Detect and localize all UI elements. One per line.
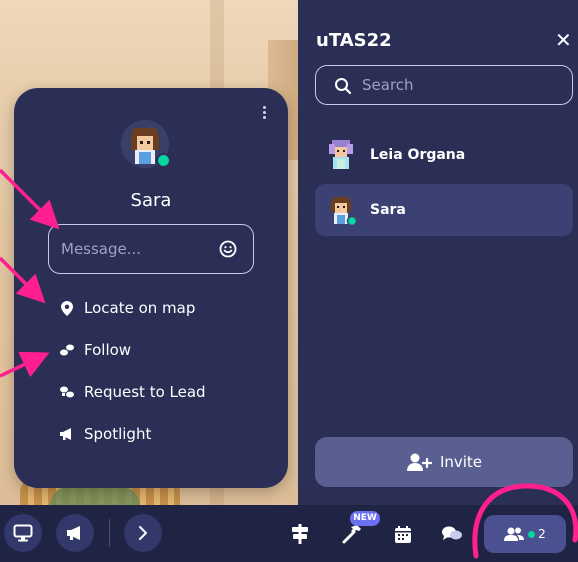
location-pin-icon bbox=[58, 299, 76, 317]
add-user-icon bbox=[406, 453, 432, 471]
participants-toggle-button[interactable]: 2 bbox=[484, 515, 566, 553]
avatar bbox=[325, 194, 358, 227]
avatar-sprite-icon bbox=[331, 197, 358, 227]
participant-row[interactable]: Sara bbox=[315, 184, 573, 236]
screen-share-icon bbox=[13, 524, 33, 542]
action-label: Spotlight bbox=[84, 425, 152, 443]
request-lead-icon bbox=[58, 383, 76, 401]
search-field[interactable] bbox=[315, 65, 573, 105]
participants-panel: uTAS22 ✕ Leia bbox=[298, 0, 578, 505]
signpost-button[interactable] bbox=[288, 522, 312, 546]
action-label: Locate on map bbox=[84, 299, 196, 317]
panel-title: uTAS22 bbox=[316, 30, 392, 51]
app-screen: Sara Locate on map Follow bbox=[0, 0, 578, 562]
search-input[interactable] bbox=[362, 75, 552, 95]
spotlight-action[interactable]: Spotlight bbox=[58, 421, 151, 447]
world-plant bbox=[50, 486, 140, 505]
message-field[interactable] bbox=[48, 224, 254, 274]
new-badge: NEW bbox=[350, 511, 380, 526]
screen-share-button[interactable] bbox=[4, 514, 42, 552]
chat-icon bbox=[442, 526, 462, 540]
online-status-dot bbox=[528, 530, 536, 538]
chevron-right-icon bbox=[139, 526, 147, 540]
follow-action[interactable]: Follow bbox=[58, 337, 131, 363]
locate-on-map-action[interactable]: Locate on map bbox=[58, 295, 195, 321]
more-options-icon[interactable] bbox=[258, 104, 270, 122]
invite-label: Invite bbox=[439, 453, 483, 471]
avatar-sprite-icon bbox=[329, 140, 353, 169]
action-label: Follow bbox=[84, 341, 132, 359]
megaphone-icon bbox=[67, 526, 80, 540]
calendar-icon bbox=[395, 525, 411, 543]
calendar-button[interactable] bbox=[391, 522, 415, 546]
participant-name: Sara bbox=[370, 202, 406, 218]
participant-name: Leia Organa bbox=[370, 147, 466, 163]
spotlight-icon bbox=[58, 425, 76, 443]
message-input[interactable] bbox=[61, 238, 211, 260]
invite-button[interactable]: Invite bbox=[315, 437, 573, 487]
request-to-lead-action[interactable]: Request to Lead bbox=[58, 379, 206, 405]
people-icon bbox=[504, 527, 525, 541]
participant-row[interactable]: Leia Organa bbox=[315, 129, 573, 181]
bottom-toolbar: NEW 2 bbox=[0, 505, 578, 562]
hammer-icon bbox=[342, 525, 361, 544]
user-profile-card: Sara Locate on map Follow bbox=[14, 88, 288, 488]
signpost-icon bbox=[292, 524, 308, 544]
chat-button[interactable] bbox=[440, 522, 464, 546]
online-status-dot bbox=[156, 153, 171, 168]
participant-count: 2 bbox=[538, 527, 546, 541]
follow-icon bbox=[58, 341, 76, 359]
megaphone-button[interactable] bbox=[56, 514, 94, 552]
avatar bbox=[325, 139, 357, 171]
emoji-icon[interactable] bbox=[219, 240, 237, 258]
action-label: Request to Lead bbox=[84, 383, 206, 401]
search-icon bbox=[335, 78, 352, 95]
expand-toolbar-button[interactable] bbox=[124, 514, 162, 552]
toolbar-divider bbox=[109, 519, 110, 547]
close-icon[interactable]: ✕ bbox=[555, 30, 572, 50]
profile-name: Sara bbox=[130, 190, 172, 211]
